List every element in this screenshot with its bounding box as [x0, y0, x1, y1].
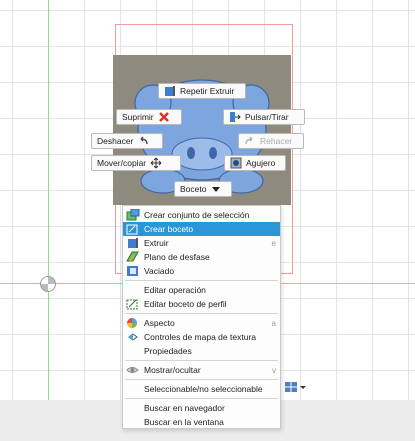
menu-item-buscar-navegador[interactable]: Buscar en navegador	[123, 401, 280, 415]
selection-set-icon	[126, 208, 140, 221]
menu-item-propiedades[interactable]: Propiedades	[123, 344, 280, 358]
origin-icon[interactable]	[40, 276, 56, 292]
boceto-button[interactable]: Boceto	[174, 181, 232, 197]
menu-separator	[125, 398, 278, 399]
extrude-icon	[126, 237, 140, 249]
menu-item-seleccionable[interactable]: Seleccionable/no seleccionable	[123, 382, 280, 396]
shell-icon	[126, 265, 140, 277]
suprimir-button[interactable]: Suprimir	[116, 109, 182, 125]
selection-filter-icon	[285, 381, 297, 393]
menu-item-vaciado[interactable]: Vaciado	[123, 264, 280, 278]
mover-copiar-button[interactable]: Mover/copiar	[91, 155, 181, 171]
selection-filter-button[interactable]	[285, 380, 311, 394]
rehacer-button[interactable]: Rehacer	[238, 133, 304, 149]
deshacer-button[interactable]: Deshacer	[91, 133, 163, 149]
redo-icon	[244, 135, 256, 147]
create-sketch-icon	[126, 223, 140, 235]
pulsar-tirar-button[interactable]: Pulsar/Tirar	[223, 109, 305, 125]
hole-icon	[230, 157, 242, 169]
menu-item-crear-boceto[interactable]: Crear boceto	[123, 222, 280, 236]
move-arrows-icon	[150, 157, 162, 169]
menu-item-plano-desfase[interactable]: Plano de desfase	[123, 250, 280, 264]
menu-item-extruir[interactable]: Extruir e	[123, 236, 280, 250]
undo-icon	[137, 135, 149, 147]
menu-separator	[125, 280, 278, 281]
menu-item-controles-mapa-textura[interactable]: Controles de mapa de textura	[123, 330, 280, 344]
delete-x-icon	[158, 111, 170, 123]
menu-separator	[125, 313, 278, 314]
dropdown-arrow-icon	[299, 381, 307, 393]
repetir-extruir-button[interactable]: Repetir Extruir	[158, 83, 246, 99]
edit-profile-sketch-icon	[126, 298, 140, 310]
context-menu: Crear conjunto de selección Crear boceto…	[122, 205, 281, 429]
menu-item-mostrar-ocultar[interactable]: Mostrar/ocultar v	[123, 363, 280, 377]
menu-item-editar-operacion[interactable]: Editar operación	[123, 283, 280, 297]
agujero-button[interactable]: Agujero	[224, 155, 286, 171]
extrude-icon	[164, 85, 176, 97]
appearance-icon	[126, 317, 140, 329]
eye-icon	[126, 364, 140, 376]
menu-item-aspecto[interactable]: Aspecto a	[123, 316, 280, 330]
y-axis-line	[48, 0, 49, 400]
menu-separator	[125, 379, 278, 380]
triangle-down-icon	[210, 183, 222, 195]
menu-item-editar-boceto-perfil[interactable]: Editar boceto de perfil	[123, 297, 280, 311]
offset-plane-icon	[126, 251, 140, 263]
menu-separator	[125, 360, 278, 361]
texture-map-icon	[126, 331, 140, 343]
menu-item-buscar-ventana[interactable]: Buscar en la ventana	[123, 415, 280, 429]
menu-item-crear-conjunto-seleccion[interactable]: Crear conjunto de selección	[123, 208, 280, 222]
press-pull-icon	[229, 111, 241, 123]
